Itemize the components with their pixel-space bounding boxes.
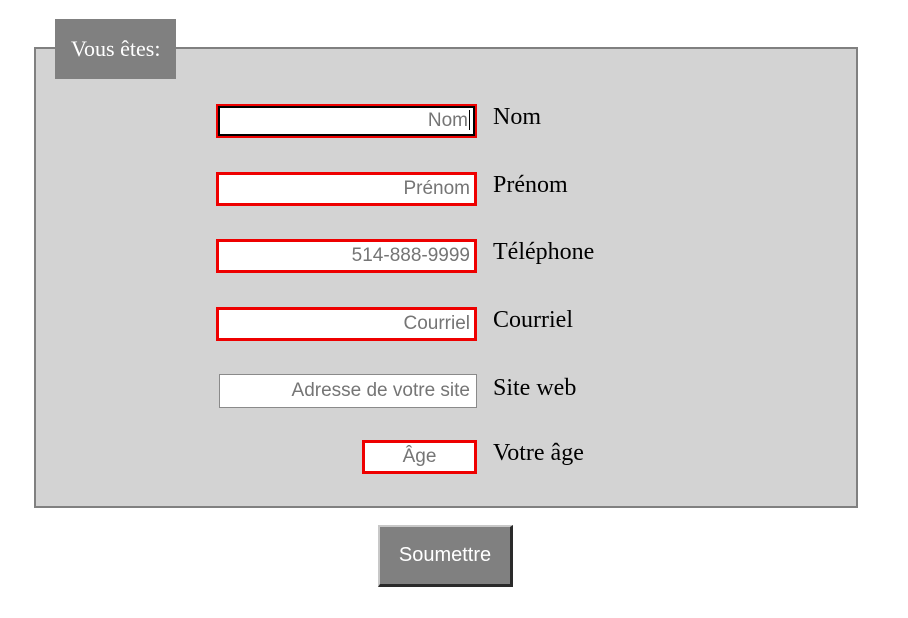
courriel-input[interactable]: Courriel [216, 307, 477, 341]
age-label: Votre âge [493, 440, 584, 466]
nom-placeholder: Nom [427, 110, 468, 131]
text-cursor [469, 109, 470, 130]
page: Vous êtes: Nom Nom Prénom Prénom 514-888… [0, 0, 908, 618]
submit-button[interactable]: Soumettre [378, 525, 513, 587]
site-web-input[interactable]: Adresse de votre site [219, 374, 477, 408]
courriel-label: Courriel [493, 307, 573, 333]
telephone-label: Téléphone [493, 239, 595, 265]
age-input[interactable]: Âge [362, 440, 477, 474]
site-web-label: Site web [493, 375, 577, 401]
prenom-label: Prénom [493, 172, 568, 198]
site-web-placeholder: Adresse de votre site [291, 380, 470, 401]
prenom-placeholder: Prénom [403, 178, 470, 199]
form-legend: Vous êtes: [55, 19, 177, 79]
prenom-input[interactable]: Prénom [216, 172, 477, 206]
nom-label: Nom [493, 104, 541, 130]
telephone-placeholder: 514-888-9999 [351, 245, 470, 266]
telephone-input[interactable]: 514-888-9999 [216, 239, 477, 273]
nom-input[interactable]: Nom [216, 104, 477, 138]
age-placeholder: Âge [402, 446, 437, 467]
courriel-placeholder: Courriel [403, 313, 470, 334]
